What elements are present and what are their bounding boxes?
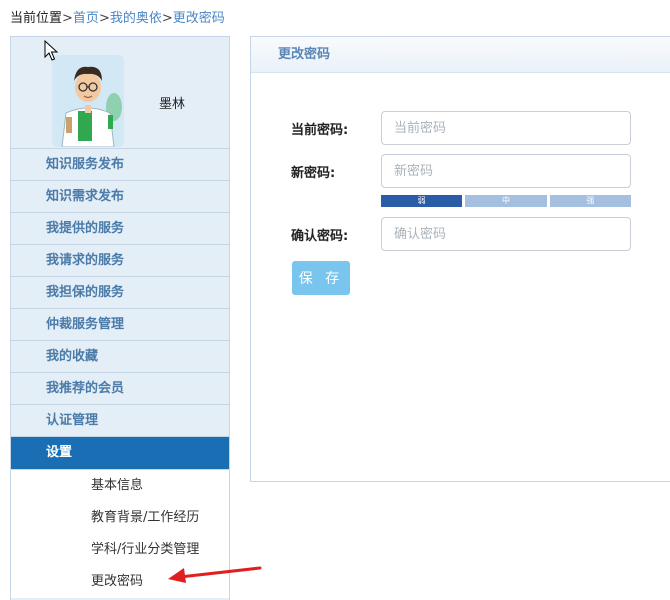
new-password-input[interactable] <box>381 154 631 188</box>
current-password-label: 当前密码: <box>291 123 349 138</box>
breadcrumb-separator: > <box>161 11 173 26</box>
current-password-input[interactable] <box>381 111 631 145</box>
avatar[interactable] <box>52 55 124 147</box>
breadcrumb-current-page-link[interactable]: 更改密码 <box>173 11 225 26</box>
sidebar-item-my-provided-services[interactable]: 我提供的服务 <box>11 213 229 245</box>
confirm-password-label: 确认密码: <box>291 229 349 244</box>
breadcrumb-home-link[interactable]: 首页 <box>73 11 99 26</box>
change-password-panel: 更改密码 当前密码: 新密码: 弱 中 强 确认密码: 保 存 <box>250 36 670 482</box>
sidebar-item-certification[interactable]: 认证管理 <box>11 405 229 437</box>
breadcrumb-my-section-link[interactable]: 我的奥依 <box>110 11 162 26</box>
panel-title: 更改密码 <box>251 37 670 73</box>
breadcrumb-separator: > <box>98 11 110 26</box>
sidebar-item-recommended-members[interactable]: 我推荐的会员 <box>11 373 229 405</box>
sidebar-item-settings[interactable]: 设置 <box>11 437 229 469</box>
username: 墨林 <box>159 97 186 112</box>
strength-medium-segment: 中 <box>465 195 547 207</box>
save-button[interactable]: 保 存 <box>292 261 350 295</box>
mouse-cursor-icon <box>44 40 58 61</box>
strength-weak-segment: 弱 <box>381 195 463 207</box>
sidebar-item-knowledge-service-publish[interactable]: 知识服务发布 <box>11 149 229 181</box>
sidebar-item-knowledge-demand-publish[interactable]: 知识需求发布 <box>11 181 229 213</box>
sidebar-item-my-guaranteed-services[interactable]: 我担保的服务 <box>11 277 229 309</box>
new-password-label: 新密码: <box>291 166 336 181</box>
sidebar-item-favorites[interactable]: 我的收藏 <box>11 341 229 373</box>
confirm-password-input[interactable] <box>381 217 631 251</box>
sidebar-item-my-requested-services[interactable]: 我请求的服务 <box>11 245 229 277</box>
submenu-item-basic-info[interactable]: 基本信息 <box>11 470 229 502</box>
password-strength-meter: 弱 中 强 <box>381 195 631 207</box>
breadcrumb: 当前位置>首页>我的奥依>更改密码 <box>10 11 225 26</box>
strength-strong-segment: 强 <box>549 195 631 207</box>
sidebar: 墨林 知识服务发布 知识需求发布 我提供的服务 我请求的服务 我担保的服务 仲裁… <box>10 36 230 600</box>
submenu-item-education-work[interactable]: 教育背景/工作经历 <box>11 502 229 534</box>
scientist-avatar-illustration <box>52 55 124 147</box>
breadcrumb-current-label: 当前位置 <box>10 11 63 26</box>
red-arrow-annotation-icon <box>168 566 262 583</box>
sidebar-item-arbitration-management[interactable]: 仲裁服务管理 <box>11 309 229 341</box>
